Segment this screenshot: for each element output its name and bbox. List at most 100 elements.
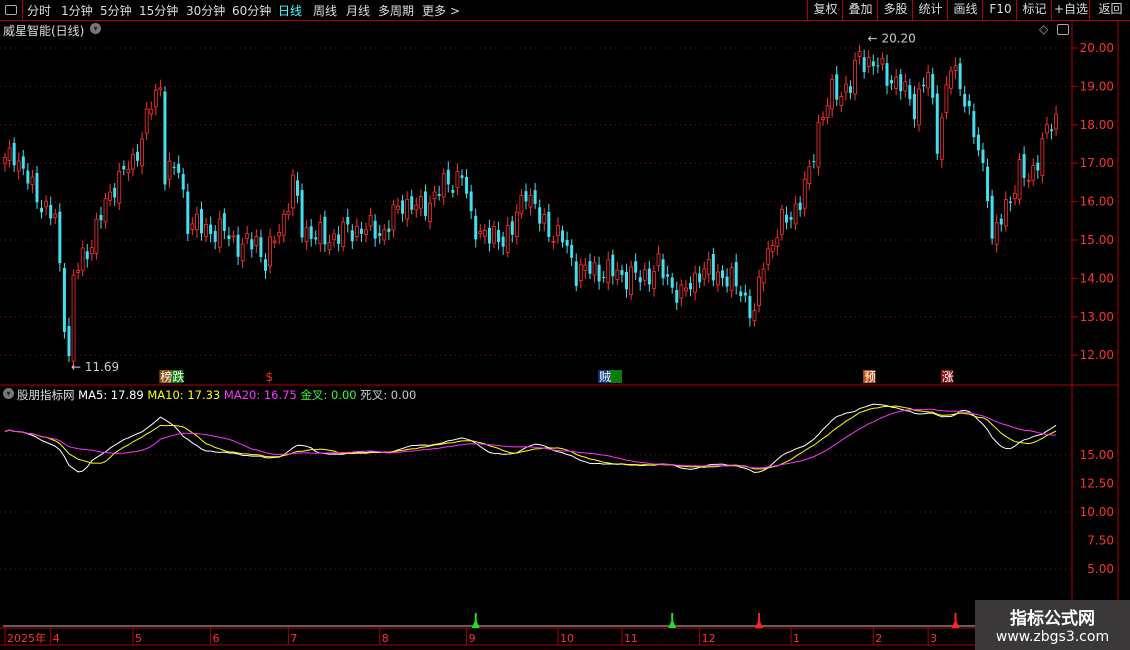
dead-cross-value: 死叉: 0.00 bbox=[360, 388, 417, 402]
candle-body bbox=[153, 89, 158, 108]
kline-chart[interactable]: 20.0019.0018.0017.0016.0015.0014.0013.00… bbox=[0, 0, 1130, 650]
candle-body bbox=[58, 211, 62, 264]
candle-body bbox=[396, 205, 400, 210]
candle-body bbox=[259, 237, 263, 257]
candle-body bbox=[26, 170, 30, 184]
candle-body bbox=[620, 270, 624, 275]
candle-body bbox=[994, 222, 999, 245]
candle-body bbox=[524, 191, 528, 202]
high-price-label: ← 20.20 bbox=[868, 31, 916, 45]
candle-body bbox=[428, 202, 432, 223]
candle-body bbox=[1008, 201, 1012, 203]
candle-body bbox=[309, 226, 313, 239]
watermark-url: www.zbgs3.com bbox=[995, 629, 1110, 645]
candle-body bbox=[547, 211, 551, 237]
candle-body bbox=[263, 259, 267, 271]
candle-body bbox=[739, 291, 743, 297]
y-tick-label: 19.00 bbox=[1080, 79, 1114, 93]
candle-body bbox=[588, 261, 592, 274]
candle-body bbox=[108, 191, 113, 201]
candle-body bbox=[533, 190, 537, 204]
candle-body bbox=[1026, 179, 1031, 182]
lower-y-tick-label: 15.00 bbox=[1080, 448, 1114, 462]
candle-body bbox=[163, 91, 167, 185]
candle-body bbox=[583, 264, 588, 271]
candle-body bbox=[327, 242, 332, 251]
lower-y-tick-label: 7.50 bbox=[1087, 534, 1114, 548]
candle-body bbox=[172, 166, 176, 168]
candle-body bbox=[149, 108, 154, 115]
candle-body bbox=[410, 196, 414, 210]
candle-body bbox=[652, 270, 656, 289]
candle-body bbox=[821, 117, 825, 120]
month-label: 1 bbox=[793, 632, 800, 645]
ma10-line bbox=[4, 405, 1057, 470]
candle-body bbox=[857, 51, 862, 57]
month-label: 4 bbox=[53, 632, 60, 645]
candle-body bbox=[350, 230, 354, 242]
candle-body bbox=[802, 178, 807, 209]
watermark: 指标公式网 www.zbgs3.com bbox=[975, 600, 1130, 650]
candle-body bbox=[986, 166, 990, 202]
candle-body bbox=[122, 165, 126, 170]
candle-body bbox=[492, 226, 496, 244]
y-tick-label: 14.00 bbox=[1080, 271, 1114, 285]
candle-body bbox=[455, 171, 460, 188]
candle-body bbox=[684, 287, 688, 292]
signal-marker: 涨 bbox=[940, 369, 954, 384]
candle-body bbox=[227, 235, 231, 240]
candle-body bbox=[44, 200, 49, 208]
y-tick-label: 16.00 bbox=[1080, 195, 1114, 209]
candle-body bbox=[967, 100, 971, 107]
candle-body bbox=[876, 65, 880, 67]
candle-body bbox=[880, 58, 885, 65]
candle-body bbox=[1040, 138, 1045, 176]
candle-body bbox=[423, 191, 427, 216]
candle-body bbox=[465, 176, 469, 194]
candle-body bbox=[373, 220, 377, 239]
candle-body bbox=[629, 266, 633, 295]
month-label: 3 bbox=[930, 632, 937, 645]
candle-body bbox=[368, 214, 373, 227]
candle-body bbox=[757, 276, 761, 307]
candle-body bbox=[839, 96, 844, 106]
candle-body bbox=[999, 218, 1003, 225]
candle-body bbox=[181, 174, 185, 190]
candle-body bbox=[167, 160, 172, 180]
candle-body bbox=[793, 203, 798, 225]
dead-cross-arrow bbox=[951, 619, 960, 628]
candle-body bbox=[53, 213, 58, 219]
candle-body bbox=[570, 244, 574, 258]
indicator-menu-icon[interactable]: ▾ bbox=[3, 388, 14, 399]
candle-body bbox=[679, 284, 684, 299]
candle-body bbox=[935, 93, 939, 154]
candle-body bbox=[113, 187, 117, 198]
candle-body bbox=[1031, 165, 1036, 181]
candle-body bbox=[131, 154, 135, 170]
candle-body bbox=[387, 228, 391, 232]
candle-body bbox=[615, 269, 620, 280]
watermark-title: 指标公式网 bbox=[1010, 609, 1095, 629]
signal-marker: 榜跌 bbox=[159, 369, 184, 384]
candle-body bbox=[505, 225, 510, 253]
candle-body bbox=[1045, 124, 1049, 134]
candle-body bbox=[405, 198, 410, 220]
candle-body bbox=[487, 227, 491, 244]
candle-body bbox=[843, 83, 848, 93]
lower-y-tick-label: 12.50 bbox=[1080, 477, 1114, 491]
candle-body bbox=[780, 208, 784, 235]
signal-text: 贼 bbox=[599, 369, 611, 384]
candle-body bbox=[729, 267, 734, 292]
candle-body bbox=[126, 169, 131, 174]
candle-body bbox=[323, 216, 327, 245]
candle-body bbox=[89, 247, 94, 255]
candle-body bbox=[3, 157, 7, 164]
candle-body bbox=[190, 223, 195, 230]
candle-body bbox=[354, 225, 359, 237]
candle-body bbox=[144, 108, 149, 134]
candle-body bbox=[592, 262, 597, 276]
candle-body bbox=[295, 180, 299, 196]
candle-body bbox=[835, 74, 839, 100]
candle-body bbox=[332, 233, 336, 240]
ma20-value: MA20: 16.75 bbox=[223, 388, 297, 402]
